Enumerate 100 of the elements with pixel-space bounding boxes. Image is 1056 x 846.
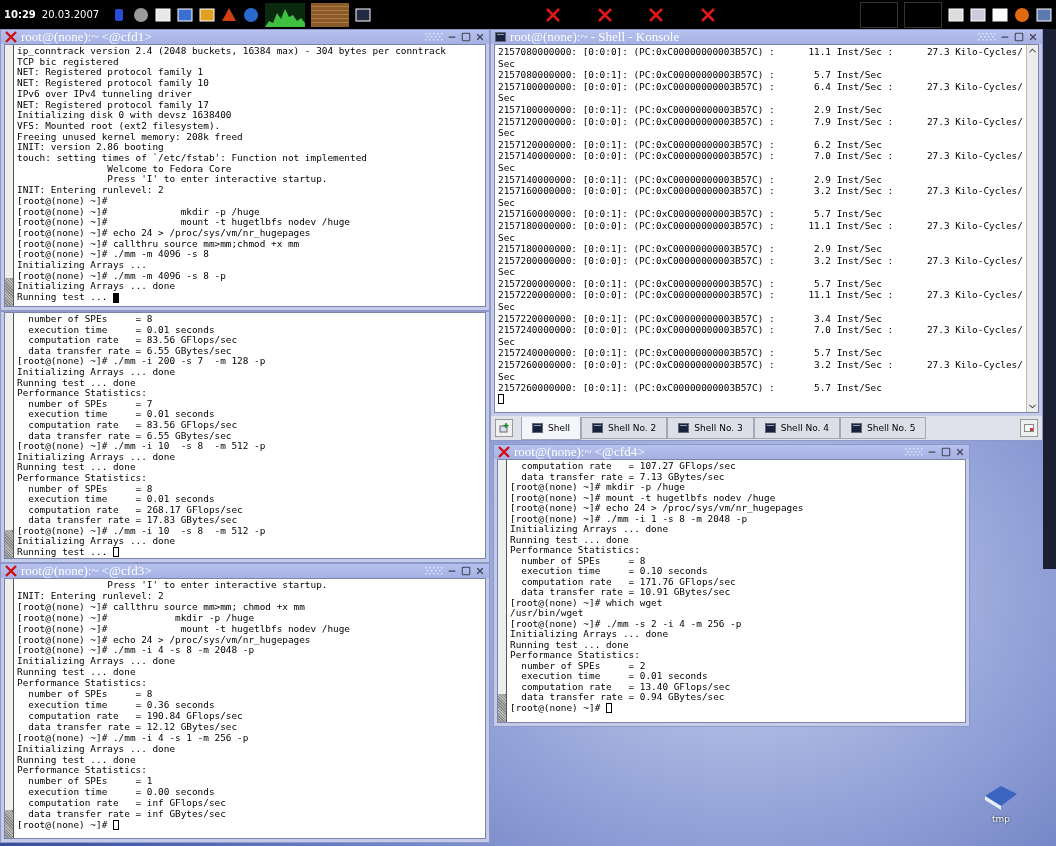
scrollbar[interactable] bbox=[5, 313, 14, 558]
terminal-line: [root@(none) ~]# ./mm -i 4 -s 8 -m 2048 -p bbox=[17, 645, 255, 657]
terminal-line: 2157240000000: [0:0:0]: (PC:0xC00000000003B57C) : 7.0 Inst/Sec : 27.3 Kilo-Cycles/ bbox=[498, 324, 1023, 336]
terminal-line: 2157080000000: [0:0:1]: (PC:0xC00000000003B57C) : 5.7 Inst/Sec bbox=[498, 69, 883, 81]
x-mark-icon[interactable] bbox=[649, 7, 664, 22]
terminal-line: Running test ... done bbox=[17, 377, 137, 389]
shell-tab[interactable]: Shell No. 2 bbox=[580, 417, 668, 439]
shell-tab[interactable]: Shell No. 5 bbox=[840, 417, 927, 439]
terminal-line: 2157120000000: [0:0:0]: (PC:0xC00000000003B57C) : 7.9 Inst/Sec : 27.3 Kilo-Cycles/ bbox=[498, 115, 1023, 128]
scrollbar[interactable] bbox=[1025, 45, 1038, 412]
close-icon[interactable] bbox=[475, 566, 485, 576]
scrollbar[interactable] bbox=[5, 45, 14, 306]
terminal-line: Performance Statistics: bbox=[17, 765, 148, 777]
terminal-line: 2157100000000: [0:0:0]: (PC:0xC00000000003B57C) : 6.4 Inst/Sec : 27.3 Kilo-Cycles/ bbox=[498, 80, 1023, 93]
scrollbar[interactable] bbox=[498, 460, 507, 722]
terminal-line: touch: setting times of `/etc/fstab': Function not implemented bbox=[17, 153, 368, 164]
terminal-line: Sec bbox=[498, 370, 516, 383]
close-tab-button[interactable] bbox=[1020, 419, 1038, 437]
terminal-line: data transfer rate = 12.12 GBytes/sec bbox=[27, 721, 238, 733]
terminal-line: [root@(none) ~]# ./mm -i 200 -s 7 -m 128 -p bbox=[17, 356, 267, 367]
x-logo-icon[interactable] bbox=[5, 31, 17, 43]
terminal-line: [root@(none) ~]# mkdir -p /huge bbox=[17, 206, 261, 218]
terminal-line: Running test ... bbox=[17, 292, 108, 303]
terminal-line: [root@(none) ~]# bbox=[17, 195, 109, 207]
window-title: root@(none):~ <@cfd1> bbox=[21, 30, 153, 44]
terminal-line: Welcome to Fedora Core bbox=[106, 163, 233, 175]
warning-icon[interactable] bbox=[221, 6, 238, 23]
terminal-line: [root@(none) ~]# ./mm -m 4096 -s 8 bbox=[17, 249, 210, 261]
terminal-line: Sec bbox=[498, 92, 516, 104]
terminal-line: data transfer rate = 17.83 GBytes/sec bbox=[27, 515, 238, 526]
terminal-line: Initializing Arrays ... done bbox=[17, 451, 177, 463]
shell-tab[interactable]: Shell bbox=[521, 416, 581, 440]
terminal-line: 2157200000000: [0:0:0]: (PC:0xC00000000003B57C) : 3.2 Inst/Sec : 27.3 Kilo-Cycles/ bbox=[498, 254, 1023, 267]
terminal-line: computation rate = 190.84 GFlops/sec bbox=[27, 710, 244, 722]
terminal-line: Freeing unused kernel memory: 208k freed bbox=[17, 131, 244, 143]
dotted-grip-icon bbox=[425, 566, 443, 576]
window-title: root@(none):~ - Shell - Konsole bbox=[510, 30, 681, 44]
terminal-line: Performance Statistics: bbox=[17, 472, 148, 484]
terminal-line: [root@(none) ~]# mount -t hugetlbfs nodev /huge bbox=[17, 623, 351, 635]
terminal-line: [root@(none) ~]# mount -t hugetlbfs nodev /huge bbox=[510, 492, 776, 503]
terminal-line: 2157140000000: [0:0:1]: (PC:0xC00000000003B57C) : 2.9 Inst/Sec bbox=[498, 173, 883, 186]
terminal-line: Initializing Arrays ... done bbox=[510, 629, 670, 640]
x-logo-icon[interactable] bbox=[498, 446, 510, 458]
terminal-line: execution time = 0.01 seconds bbox=[27, 409, 216, 420]
terminal-line: 2157180000000: [0:0:1]: (PC:0xC00000000003B57C) : 2.9 Inst/Sec bbox=[498, 243, 883, 255]
terminal-line: execution time = 0.00 seconds bbox=[27, 787, 216, 799]
terminal-line: Performance Statistics: bbox=[17, 678, 148, 690]
disc-icon[interactable] bbox=[133, 6, 150, 23]
terminal-line: 2157160000000: [0:0:0]: (PC:0xC00000000003B57C) : 3.2 Inst/Sec : 27.3 Kilo-Cycles/ bbox=[498, 185, 1023, 197]
terminal-line: computation rate = 171.76 GFlops/sec bbox=[520, 576, 737, 587]
terminal-line: Press 'I' to enter interactive startup. bbox=[106, 580, 329, 591]
window-title: root@(none):~ <@cfd4> bbox=[514, 445, 646, 459]
terminal-line: number of SPEs = 8 bbox=[27, 689, 154, 700]
terminal-line: Initializing Arrays ... done bbox=[17, 656, 177, 668]
terminal-line: computation rate = 83.56 GFlops/sec bbox=[27, 419, 239, 431]
dotted-grip-icon bbox=[905, 447, 923, 457]
shell-tab[interactable]: Shell No. 4 bbox=[753, 417, 841, 439]
close-icon[interactable] bbox=[1028, 32, 1038, 42]
terminal-line: Performance Statistics: bbox=[510, 545, 641, 556]
scrollbar[interactable] bbox=[5, 579, 14, 838]
x-logo-icon[interactable] bbox=[5, 565, 17, 577]
terminal-line: TCP bic registered bbox=[17, 56, 120, 68]
terminal-line: 2157220000000: [0:0:1]: (PC:0xC00000000003B57C) : 3.4 Inst/Sec bbox=[498, 312, 883, 325]
terminal-line: INIT: version 2.86 booting bbox=[17, 142, 164, 154]
terminal-line: number of SPEs = 8 bbox=[27, 314, 154, 325]
x-mark-icon[interactable] bbox=[597, 7, 612, 22]
terminal-line: execution time = 0.01 seconds bbox=[520, 671, 709, 682]
terminal-line: Sec bbox=[498, 266, 516, 278]
maximize-icon[interactable] bbox=[941, 447, 951, 457]
maximize-icon[interactable] bbox=[461, 32, 471, 42]
terminal-line: number of SPEs = 2 bbox=[520, 660, 647, 671]
terminal-line: [root@(none) ~]# echo 24 > /proc/sys/vm/nr_hugepages bbox=[17, 227, 312, 239]
terminal-line: [root@(none) ~]# mkdir -p /huge bbox=[510, 482, 685, 493]
terminal-line: Running test ... bbox=[17, 547, 108, 558]
maximize-icon[interactable] bbox=[461, 566, 471, 576]
terminal-line: 2157260000000: [0:0:1]: (PC:0xC00000000003B57C) : 5.7 Inst/Sec bbox=[498, 382, 883, 394]
terminal-line: Initializing Arrays ... done bbox=[510, 524, 670, 535]
close-icon[interactable] bbox=[475, 32, 485, 42]
dotted-grip-icon bbox=[978, 32, 996, 42]
terminal-line: [root@(none) ~]# echo 24 > /proc/sys/vm/nr_hugepages bbox=[510, 503, 805, 514]
terminal-line: Performance Statistics: bbox=[510, 650, 641, 661]
terminal-line: computation rate = 107.27 GFlops/sec bbox=[520, 461, 737, 472]
new-tab-button[interactable] bbox=[495, 419, 513, 437]
terminal-line: 2157120000000: [0:0:1]: (PC:0xC00000000003B57C) : 6.2 Inst/Sec bbox=[498, 138, 883, 151]
terminal-line: data transfer rate = 6.55 GBytes/sec bbox=[27, 345, 232, 357]
terminal-line: Sec bbox=[498, 335, 516, 348]
x-mark-icon[interactable] bbox=[701, 7, 716, 22]
terminal-line: [root@(none) ~]# ./mm -i 10 -s 8 -m 512 -p bbox=[17, 441, 267, 452]
terminal-line: Initializing Arrays ... bbox=[17, 260, 148, 271]
shell-tab[interactable]: Shell No. 3 bbox=[667, 417, 754, 439]
terminal-line: execution time = 0.01 seconds bbox=[27, 324, 216, 336]
terminal-line: 2157240000000: [0:0:1]: (PC:0xC00000000003B57C) : 5.7 Inst/Sec bbox=[498, 347, 883, 360]
x-mark-icon[interactable] bbox=[545, 7, 560, 22]
maximize-icon[interactable] bbox=[1014, 32, 1024, 42]
terminal-line: [root@(none) ~]# ./mm -i 10 -s 8 -m 512 -p bbox=[17, 525, 267, 537]
terminal-line: [root@(none) ~]# echo 24 > /proc/sys/vm/nr_hugepages bbox=[17, 634, 312, 646]
terminal-line: Sec bbox=[498, 161, 516, 174]
close-icon[interactable] bbox=[955, 447, 965, 457]
terminal-line: number of SPEs = 7 bbox=[27, 398, 154, 410]
terminal-line: computation rate = 268.17 GFlops/sec bbox=[27, 504, 244, 516]
